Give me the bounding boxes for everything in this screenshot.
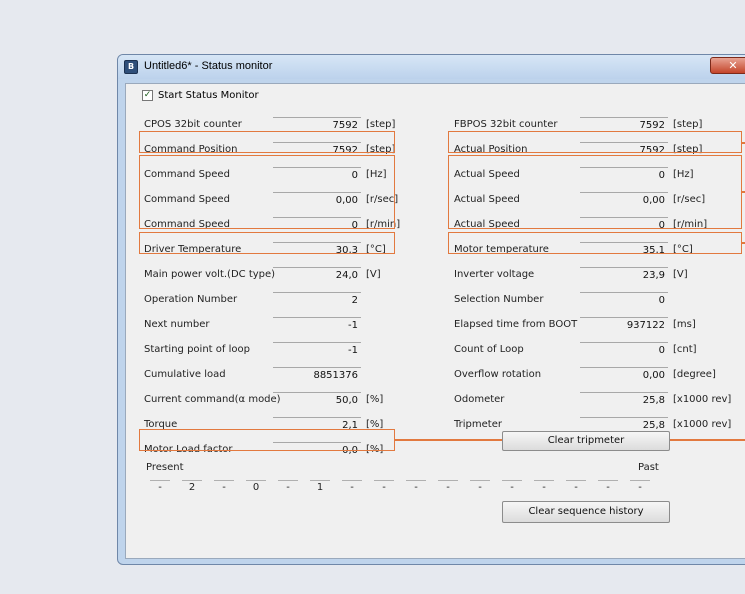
right-row-value: 0,00 xyxy=(580,367,668,384)
right-row-unit: [degree] xyxy=(673,369,716,380)
left-row-unit: [V] xyxy=(366,269,381,280)
sequence-cell: 0 xyxy=(246,480,266,494)
highlight-motor-load-factor xyxy=(139,429,395,451)
title-bar[interactable]: B Untitled6* - Status monitor ✕ xyxy=(118,55,745,79)
sequence-cell: - xyxy=(630,480,650,494)
left-row-value: 2 xyxy=(273,292,361,309)
right-row-value: 0 xyxy=(580,342,668,359)
sequence-cell: - xyxy=(438,480,458,494)
start-monitor-label: Start Status Monitor xyxy=(158,89,259,101)
left-row-value: 24,0 xyxy=(273,267,361,284)
left-row-label: Operation Number xyxy=(144,294,238,305)
right-row-label: Inverter voltage xyxy=(454,269,535,280)
highlight-driver-temperature xyxy=(139,232,395,254)
sequence-cell: - xyxy=(598,480,618,494)
right-row-value: 23,9 xyxy=(580,267,668,284)
sequence-cell: - xyxy=(502,480,522,494)
left-row-label: Next number xyxy=(144,319,210,330)
sequence-cell: - xyxy=(214,480,234,494)
sequence-cell: - xyxy=(150,480,170,494)
right-row-value: 0 xyxy=(580,292,668,309)
sequence-cell: - xyxy=(406,480,426,494)
status-monitor-window: B Untitled6* - Status monitor ✕ ✓ Start … xyxy=(117,54,745,565)
highlight-command-speed xyxy=(139,155,395,229)
sequence-cell: - xyxy=(470,480,490,494)
highlight-motor-temperature xyxy=(448,232,742,254)
right-row-unit: [cnt] xyxy=(673,344,697,355)
app-icon: B xyxy=(124,60,138,74)
right-row-unit: [V] xyxy=(673,269,688,280)
left-row-value: -1 xyxy=(273,317,361,334)
left-row-value: 8851376 xyxy=(273,367,361,384)
right-row-value: 937122 xyxy=(580,317,668,334)
right-row-label: Tripmeter xyxy=(454,419,502,430)
sequence-cell: 2 xyxy=(182,480,202,494)
sequence-present-label: Present xyxy=(146,462,184,473)
start-monitor-checkbox[interactable]: ✓ xyxy=(142,89,153,101)
right-row-label: FBPOS 32bit counter xyxy=(454,119,558,130)
sequence-cell: - xyxy=(566,480,586,494)
window-title: Untitled6* - Status monitor xyxy=(144,60,273,72)
left-row-label: Starting point of loop xyxy=(144,344,250,355)
clear-tripmeter-button[interactable]: Clear tripmeter xyxy=(502,431,670,451)
left-row-unit: [step] xyxy=(366,119,396,130)
sequence-cell: 1 xyxy=(310,480,330,494)
right-row-label: Selection Number xyxy=(454,294,544,305)
sequence-past-label: Past xyxy=(638,462,659,473)
sequence-cell: - xyxy=(278,480,298,494)
right-row-unit: [x1000 rev] xyxy=(673,394,732,405)
left-row-label: CPOS 32bit counter xyxy=(144,119,242,130)
right-row-unit: [step] xyxy=(673,119,703,130)
sequence-cell: - xyxy=(374,480,394,494)
left-row-value: 50,0 xyxy=(273,392,361,409)
right-row-label: Elapsed time from BOOT xyxy=(454,319,578,330)
right-row-unit: [x1000 rev] xyxy=(673,419,732,430)
left-row-label: Cumulative load xyxy=(144,369,226,380)
left-row-label: Current command(α mode) xyxy=(144,394,281,405)
right-row-unit: [ms] xyxy=(673,319,696,330)
highlight-command-position xyxy=(139,131,395,153)
highlight-actual-speed xyxy=(448,155,742,229)
left-row-value: -1 xyxy=(273,342,361,359)
right-row-label: Odometer xyxy=(454,394,505,405)
clear-sequence-history-button[interactable]: Clear sequence history xyxy=(502,501,670,523)
left-row-unit: [%] xyxy=(366,394,384,405)
close-button[interactable]: ✕ xyxy=(710,57,745,74)
client-area: ✓ Start Status Monitor CPOS 32bit counte… xyxy=(125,83,745,559)
sequence-cell: - xyxy=(534,480,554,494)
start-monitor-checkbox-row[interactable]: ✓ Start Status Monitor xyxy=(142,88,259,102)
right-row-label: Count of Loop xyxy=(454,344,524,355)
right-row-value: 25,8 xyxy=(580,392,668,409)
highlight-actual-position xyxy=(448,131,742,153)
left-row-label: Main power volt.(DC type) xyxy=(144,269,276,280)
right-row-label: Overflow rotation xyxy=(454,369,542,380)
sequence-cell: - xyxy=(342,480,362,494)
